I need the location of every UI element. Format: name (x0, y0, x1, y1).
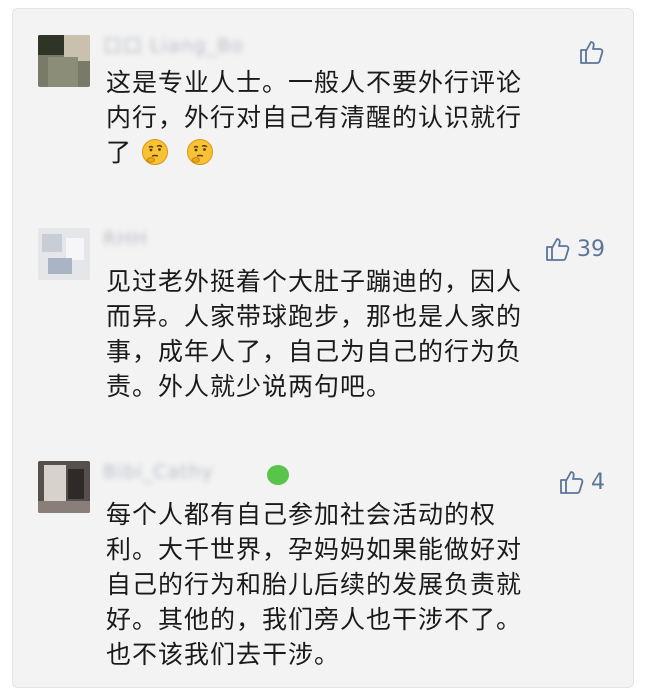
comment-text: 见过老外挺着个大肚子蹦迪的，因人 而异。人家带球跑步，那也是人家的 事，成年人了… (106, 264, 596, 404)
thinking-face-icon (186, 139, 213, 165)
comment-line: 了 (106, 135, 596, 170)
comment-line: 而异。人家带球跑步，那也是人家的 (106, 302, 523, 331)
wechat-icon (267, 465, 289, 485)
comment-line: 见过老外挺着个大肚子蹦迪的，因人 (106, 267, 523, 296)
avatar[interactable] (38, 228, 90, 280)
comment-line: 事，成年人了，自己为自己的行为负 (106, 337, 523, 366)
thumbs-up-icon (580, 41, 604, 64)
comment-line: 自己的行为和胎儿后续的发展负责就 (106, 570, 523, 599)
thumbs-up-icon (560, 471, 584, 494)
like-button[interactable]: 39 (543, 234, 605, 264)
comment-author-text: Bibi_Cathy (103, 461, 214, 483)
like-button[interactable] (577, 37, 605, 67)
like-count: 39 (577, 236, 605, 262)
comment-line: 内行，外行对自己有清醒的认识就行 (106, 103, 523, 132)
comment-author[interactable]: 口口 Liang_Bo (103, 31, 244, 57)
comment-line-text: 了 (106, 138, 133, 167)
comment-line: 这是专业人士。一般人不要外行评论 (106, 68, 523, 97)
like-count: 4 (591, 469, 605, 495)
comment-line: 利。大千世界，孕妈妈如果能做好对 (106, 535, 523, 564)
like-button[interactable]: 4 (557, 467, 605, 497)
avatar[interactable] (38, 35, 90, 87)
comments-panel: 口口 Liang_Bo 这是专业人士。一般人不要外行评论 内行，外行对自己有清醒… (12, 8, 634, 688)
comment-text: 这是专业人士。一般人不要外行评论 内行，外行对自己有清醒的认识就行 了 (106, 65, 596, 170)
thinking-face-icon (141, 139, 168, 165)
comment-line: 责。外人就少说两句吧。 (106, 372, 393, 401)
comment-author[interactable]: Bibi_Cathy (103, 461, 214, 483)
thumbs-up-icon (546, 238, 570, 261)
comment-line: 好。其他的，我们旁人也干涉不了。 (106, 605, 523, 634)
comment-line: 每个人都有自己参加社会活动的权 (106, 500, 497, 529)
comment-text: 每个人都有自己参加社会活动的权 利。大千世界，孕妈妈如果能做好对 自己的行为和胎… (106, 497, 596, 672)
comment-line: 也不该我们去干涉。 (106, 640, 341, 669)
comment-author[interactable]: RHH (103, 228, 148, 250)
avatar[interactable] (38, 461, 90, 513)
